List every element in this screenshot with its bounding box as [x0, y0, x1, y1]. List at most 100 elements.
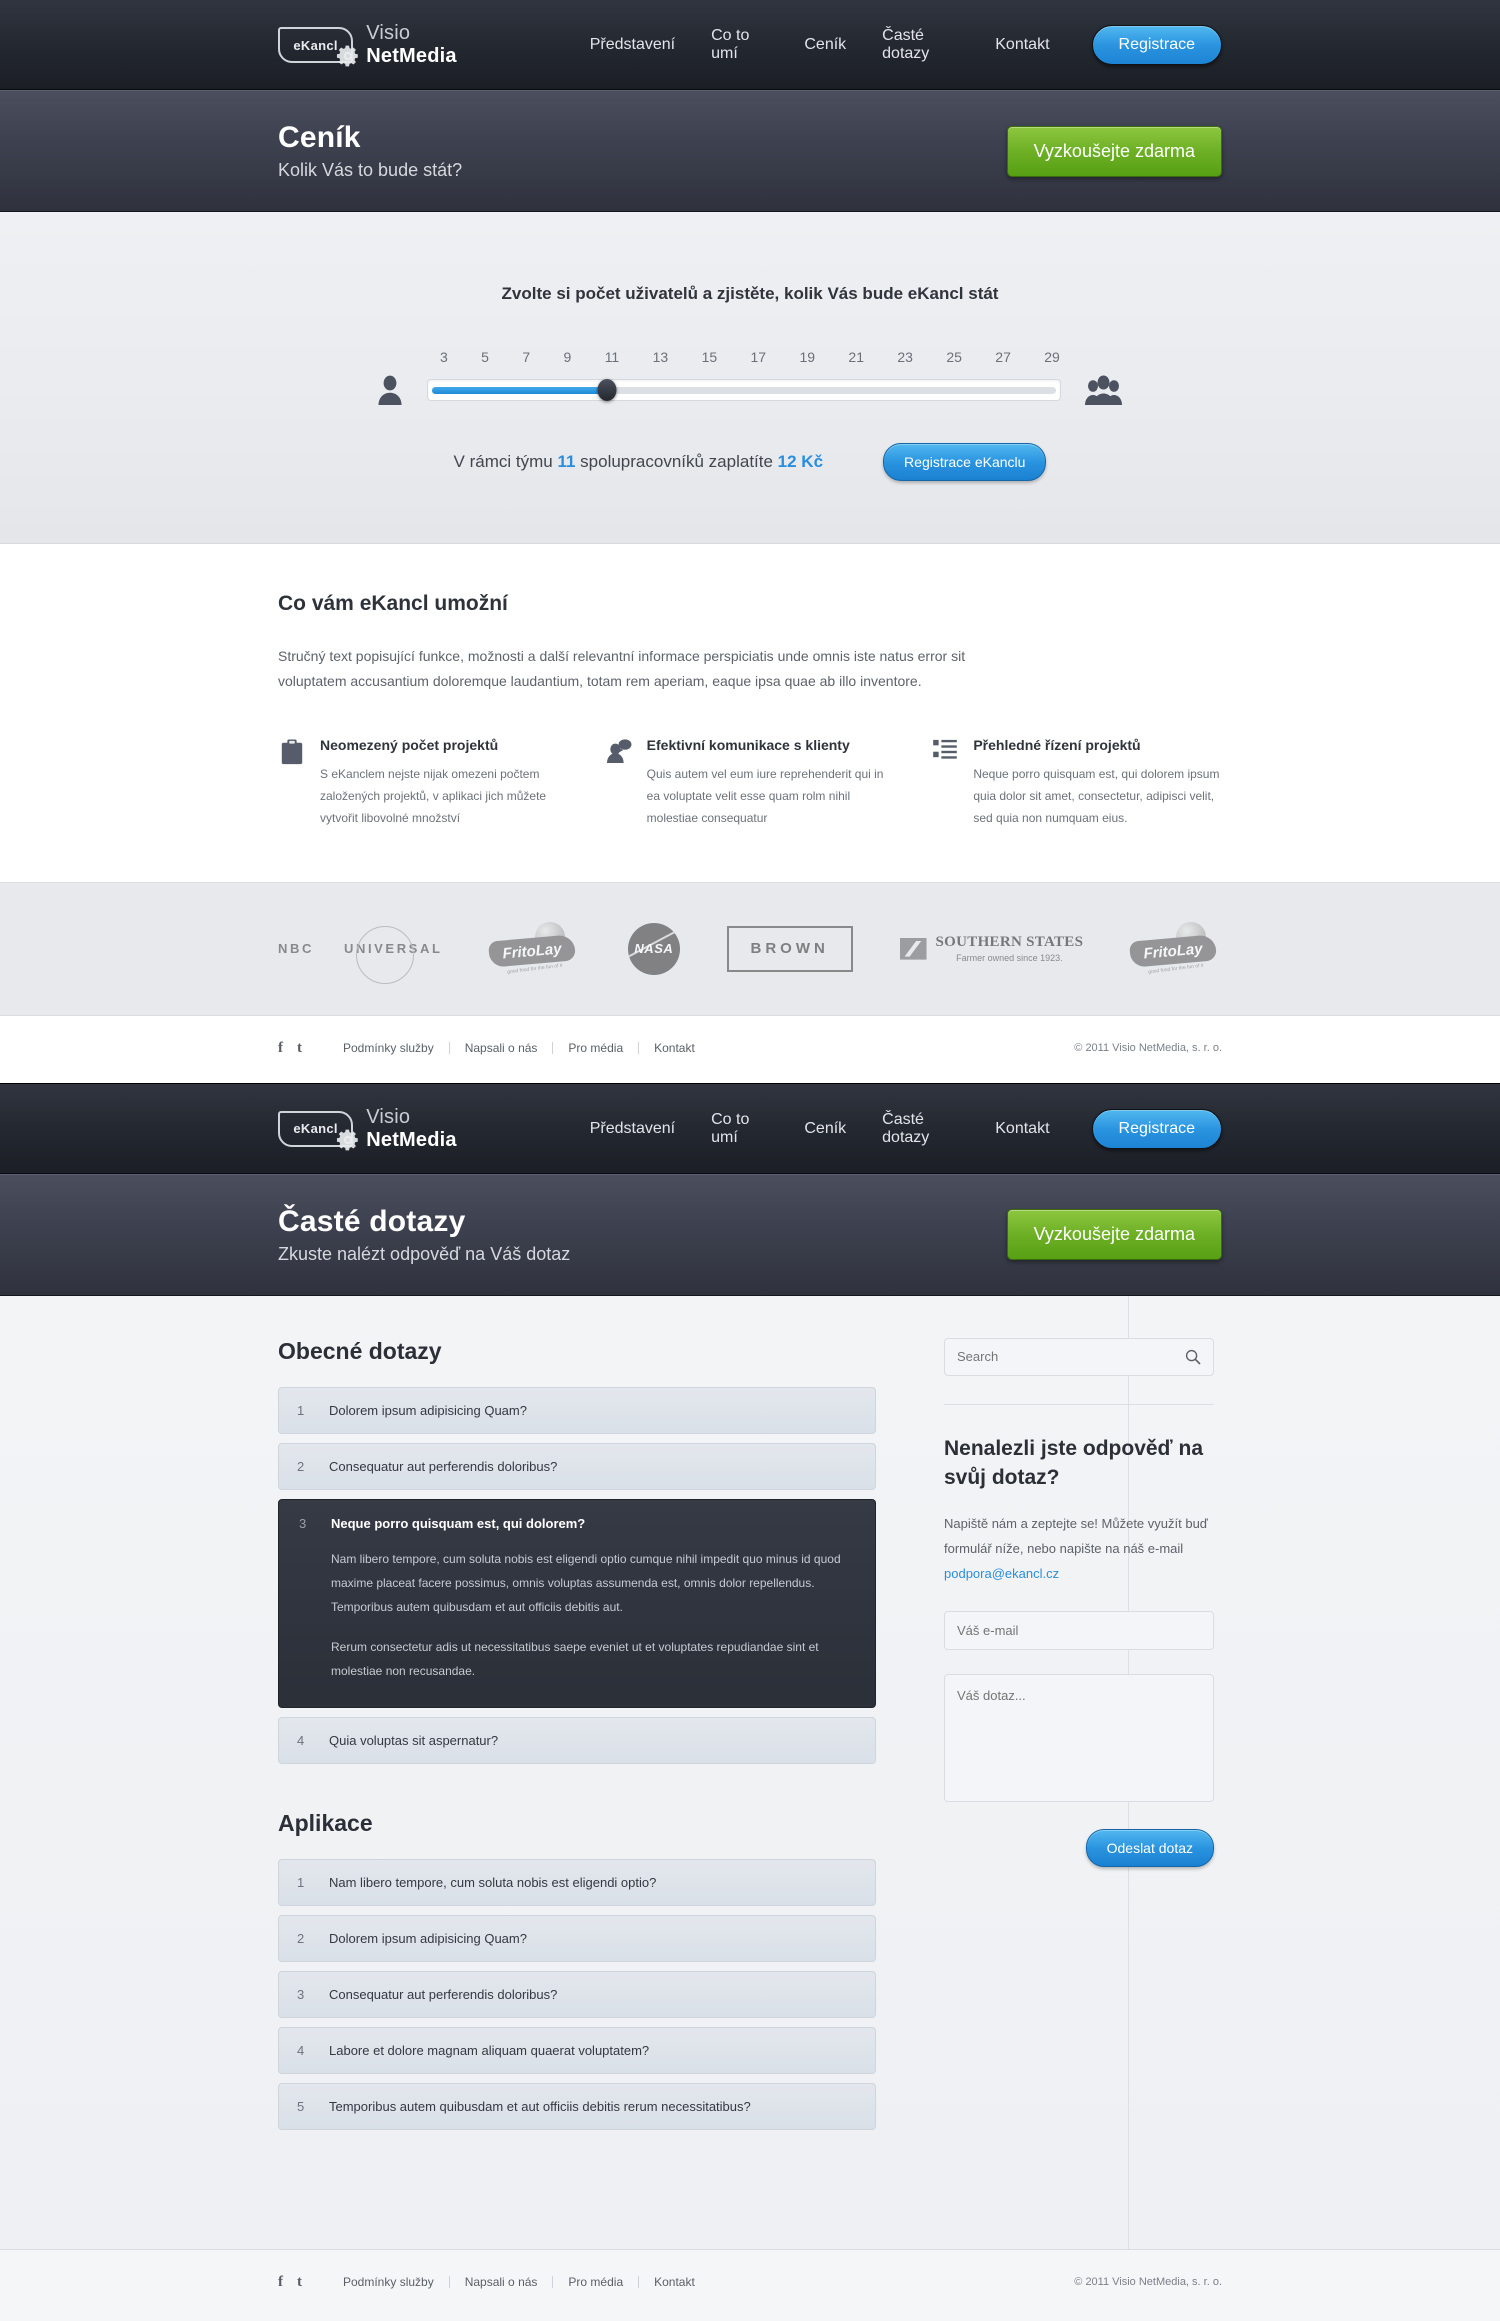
registrace-button[interactable]: Registrace	[1091, 1108, 1222, 1149]
footer-link-napsali[interactable]: Napsali o nás	[450, 2275, 553, 2289]
nav-item-kontakt[interactable]: Kontakt	[995, 1120, 1049, 1138]
feature-text: Quis autem vel eum iure reprehenderit qu…	[646, 767, 884, 826]
footer-pricing: f t Podmínky služby Napsali o nás Pro mé…	[0, 1015, 1500, 1083]
summary-mid: spolupracovníků zaplatíte	[575, 452, 778, 471]
brand-name-light: Visio	[366, 1105, 411, 1128]
nav-item-co-to-umi[interactable]: Co to umí	[711, 27, 768, 63]
ekancl-logo-mark: eKancl	[278, 27, 358, 67]
brown-text: BROWN	[750, 939, 829, 957]
nav-item-cenik[interactable]: Ceník	[804, 36, 846, 54]
price-summary: V rámci týmu 11 spolupracovníků zaplatít…	[454, 452, 824, 472]
top-navbar: eKancl Visio NetMedia Představení Co to …	[0, 0, 1500, 90]
twitter-icon[interactable]: t	[297, 2274, 302, 2291]
tick-label: 21	[848, 349, 864, 365]
nbc-ring	[356, 926, 414, 985]
faq-item[interactable]: 2 Consequatur aut perferendis doloribus?	[278, 1442, 876, 1490]
selected-users-value: 11	[557, 452, 576, 471]
footer-link-podminky[interactable]: Podmínky služby	[328, 1041, 449, 1055]
faq-item-question: Quia voluptas sit aspernatur?	[329, 1732, 499, 1748]
try-free-button[interactable]: Vyzkoušejte zdarma	[1006, 125, 1222, 177]
nav-item-kontakt[interactable]: Kontakt	[995, 36, 1049, 54]
nav-item-predstaveni[interactable]: Představení	[590, 36, 675, 54]
tick-label: 17	[750, 349, 767, 365]
pricing-banner-text: Ceník Kolik Vás to bude stát?	[278, 121, 462, 181]
user-count-slider[interactable]	[427, 379, 1061, 401]
faq-item[interactable]: 1 Dolorem ipsum adipisicing Quam?	[278, 1386, 876, 1434]
faq-item-number: 3	[299, 1515, 307, 1531]
faq-item-question: Nam libero tempore, cum soluta nobis est…	[329, 1874, 657, 1890]
faq-item[interactable]: 2 Dolorem ipsum adipisicing Quam?	[278, 1914, 876, 1962]
nav-item-co-to-umi[interactable]: Co to umí	[711, 1111, 768, 1147]
faq-item[interactable]: 4 Labore et dolore magnam aliquam quaera…	[278, 2026, 876, 2074]
pricing-calculator: Zvolte si počet uživatelů a zjistěte, ko…	[0, 212, 1500, 544]
faq-item[interactable]: 5 Temporibus autem quibusdam et aut offi…	[278, 2082, 876, 2130]
frito-text: FritoLay	[501, 939, 563, 962]
faq-item-answer: Nam libero tempore, cum soluta nobis est…	[331, 1547, 855, 1683]
single-person-icon	[378, 375, 402, 405]
faq-sidebar: Nenalezli jste odpověď na svůj dotaz? Na…	[944, 1337, 1214, 1867]
footer-link-kontakt[interactable]: Kontakt	[639, 1041, 710, 1055]
tick-label: 7	[522, 349, 531, 365]
faq-item[interactable]: 1 Nam libero tempore, cum soluta nobis e…	[278, 1858, 876, 1906]
faq-item-header: 3 Neque porro quisquam est, qui dolorem?	[299, 1516, 855, 1531]
faq-page-subtitle: Zkuste nalézt odpověď na Váš dotaz	[278, 1243, 571, 1264]
top-navbar-faq: eKancl Visio NetMedia Představení Co to …	[0, 1083, 1500, 1174]
try-free-button[interactable]: Vyzkoušejte zdarma	[1006, 1209, 1222, 1261]
logo-brown: BROWN	[726, 921, 853, 977]
nav-item-predstaveni[interactable]: Představení	[590, 1120, 675, 1138]
footer-link-kontakt[interactable]: Kontakt	[639, 2275, 710, 2289]
social-links: f t	[278, 2274, 302, 2291]
send-question-button[interactable]: Odeslat dotaz	[1085, 1828, 1214, 1867]
nav-item-caste-dotazy[interactable]: Časté dotazy	[882, 27, 959, 63]
logo-southern-states: SOUTHERN STATES Farmer owned since 1923.	[899, 921, 1084, 977]
frito-text: FritoLay	[1142, 939, 1204, 962]
message-field[interactable]	[944, 1673, 1214, 1802]
nav-item-cenik[interactable]: Ceník	[804, 1120, 846, 1138]
search-icon[interactable]	[1185, 1349, 1201, 1365]
search-input[interactable]	[957, 1349, 1185, 1365]
brand-name: Visio NetMedia	[366, 22, 497, 68]
sidebar-divider	[944, 1403, 1214, 1405]
tick-label: 23	[897, 349, 913, 365]
facebook-icon[interactable]: f	[278, 1040, 283, 1057]
faq-answer-paragraph: Nam libero tempore, cum soluta nobis est…	[331, 1551, 841, 1614]
slider-handle[interactable]	[597, 379, 617, 401]
faq-item-expanded[interactable]: 3 Neque porro quisquam est, qui dolorem?…	[278, 1498, 876, 1708]
brand-logo[interactable]: eKancl Visio NetMedia	[278, 22, 498, 68]
client-logo-strip: NBC UNIVERSAL FritoLay good food for the…	[0, 881, 1500, 1016]
nav-item-caste-dotazy[interactable]: Časté dotazy	[882, 1111, 959, 1147]
frito-band: FritoLay	[488, 933, 577, 968]
faq-item-question: Neque porro quisquam est, qui dolorem?	[331, 1515, 586, 1531]
nbc-text-a: NBC	[278, 941, 314, 957]
footer-faq: f t Podmínky služby Napsali o nás Pro mé…	[0, 2249, 1500, 2321]
registrace-button[interactable]: Registrace	[1091, 25, 1222, 65]
logo-nbc-universal: NBC UNIVERSAL	[278, 921, 443, 985]
faq-item[interactable]: 4 Quia voluptas sit aspernatur?	[278, 1716, 876, 1764]
user-count-slider-row	[278, 375, 1222, 405]
slider-tick-labels: 3 5 7 9 11 13 15 17 19 21 23 25 27 29	[440, 349, 1060, 365]
email-field[interactable]	[944, 1610, 1214, 1650]
footer-link-podminky[interactable]: Podmínky služby	[328, 2275, 449, 2289]
faq-page: eKancl Visio NetMedia Představení Co to …	[0, 1082, 1500, 2321]
twitter-icon[interactable]: t	[297, 1040, 302, 1057]
feature-columns: Neomezený počet projektů S eKanclem nejs…	[278, 737, 1222, 830]
footer-link-media[interactable]: Pro média	[553, 1041, 638, 1055]
faq-item-question: Labore et dolore magnam aliquam quaerat …	[329, 2042, 650, 2058]
faq-item[interactable]: 3 Consequatur aut perferendis doloribus?	[278, 1970, 876, 2018]
brand-logo[interactable]: eKancl Visio NetMedia	[278, 1106, 498, 1152]
features-heading: Co vám eKancl umožní	[278, 592, 508, 615]
tick-label: 3	[440, 349, 448, 365]
faq-banner: Časté dotazy Zkuste nalézt odpověď na Vá…	[0, 1173, 1500, 1296]
page-title: Ceník	[278, 121, 361, 154]
register-ekancl-button[interactable]: Registrace eKanclu	[883, 443, 1047, 481]
sidebar-heading: Nenalezli jste odpověď na svůj dotaz?	[944, 1436, 1203, 1489]
brand-name-bold: NetMedia	[366, 1128, 457, 1151]
footer-link-media[interactable]: Pro média	[553, 2275, 638, 2289]
copyright-text: © 2011 Visio NetMedia, s. r. o.	[1074, 2276, 1222, 2289]
facebook-icon[interactable]: f	[278, 2274, 283, 2291]
support-email-link[interactable]: podpora@ekancl.cz	[944, 1566, 1059, 1581]
tick-label: 19	[799, 349, 816, 365]
footer-link-napsali[interactable]: Napsali o nás	[450, 1041, 553, 1055]
faq-item-number: 4	[297, 1732, 305, 1748]
search-box[interactable]	[944, 1337, 1214, 1376]
